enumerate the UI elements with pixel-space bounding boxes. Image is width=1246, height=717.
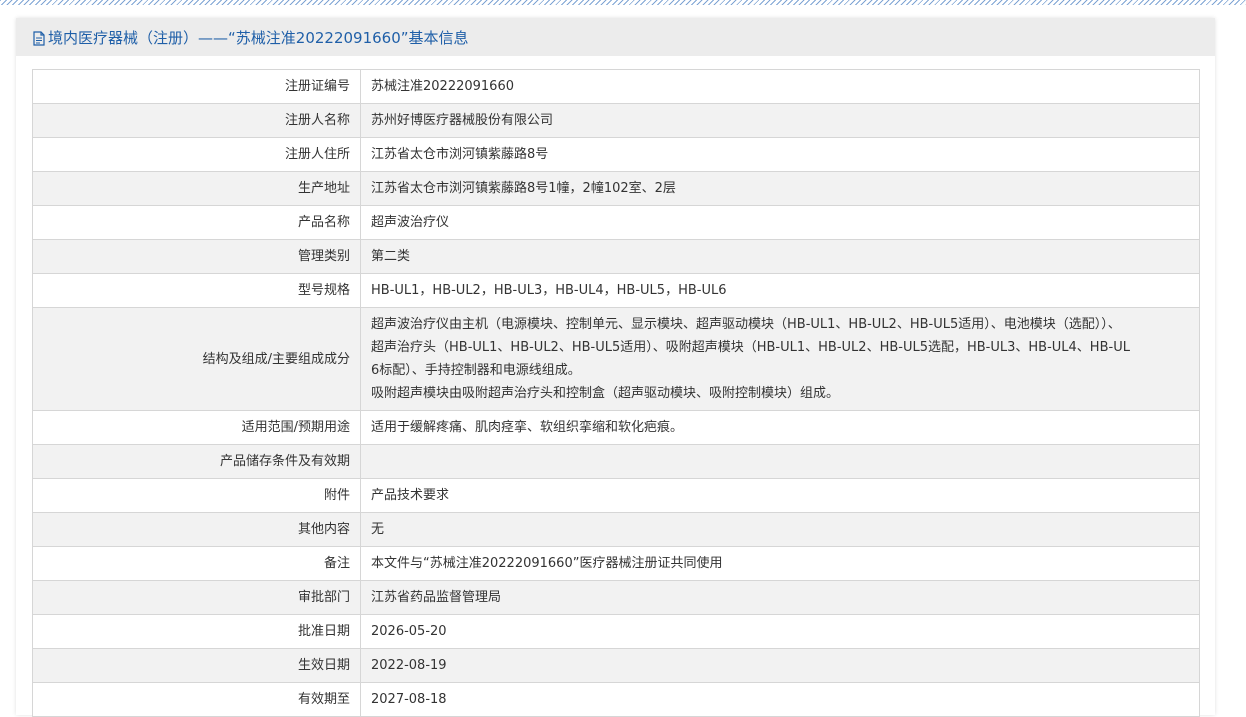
row-value: 无 [360,512,1200,547]
row-label: 注册证编号 [32,69,361,104]
info-table: 注册证编号 苏械注准20222091660 注册人名称 苏州好博医疗器械股份有限… [32,69,1200,717]
table-row: 注册人名称 苏州好博医疗器械股份有限公司 [32,103,1200,138]
row-label: 附件 [32,478,361,513]
table-row: 产品名称 超声波治疗仪 [32,205,1200,240]
row-value: 江苏省太仓市浏河镇紫藤路8号 [360,137,1200,172]
table-row: 审批部门 江苏省药品监督管理局 [32,580,1200,615]
row-value: 苏州好博医疗器械股份有限公司 [360,103,1200,138]
info-table-wrapper: 注册证编号 苏械注准20222091660 注册人名称 苏州好博医疗器械股份有限… [32,69,1200,717]
document-icon [32,30,46,46]
row-value: 苏械注准20222091660 [360,69,1200,104]
table-row: 生产地址 江苏省太仓市浏河镇紫藤路8号1幢，2幢102室、2层 [32,171,1200,206]
table-row: 适用范围/预期用途 适用于缓解疼痛、肌肉痉挛、软组织挛缩和软化疤痕。 [32,410,1200,445]
row-label: 生效日期 [32,648,361,683]
value-line: 超声波治疗仪由主机（电源模块、控制单元、显示模块、超声驱动模块（HB-UL1、H… [371,317,1121,332]
table-row: 结构及组成/主要组成成分 超声波治疗仪由主机（电源模块、控制单元、显示模块、超声… [32,307,1200,411]
row-label: 其他内容 [32,512,361,547]
row-label: 型号规格 [32,273,361,308]
row-value: 本文件与“苏械注准20222091660”医疗器械注册证共同使用 [360,546,1200,581]
row-label: 结构及组成/主要组成成分 [32,307,361,411]
row-label: 适用范围/预期用途 [32,410,361,445]
row-value: 2027-08-18 [360,682,1200,717]
table-row: 产品储存条件及有效期 [32,444,1200,479]
row-label: 产品储存条件及有效期 [32,444,361,479]
top-decorative-stripe [0,0,1246,5]
table-row: 型号规格 HB-UL1，HB-UL2，HB-UL3，HB-UL4，HB-UL5，… [32,273,1200,308]
row-value: 江苏省药品监督管理局 [360,580,1200,615]
panel-header: 境内医疗器械（注册）——“苏械注准20222091660”基本信息 [16,18,1215,56]
value-line: 超声治疗头（HB-UL1、HB-UL2、HB-UL5适用）、吸附超声模块（HB-… [371,340,1130,355]
table-row: 备注 本文件与“苏械注准20222091660”医疗器械注册证共同使用 [32,546,1200,581]
row-value: 产品技术要求 [360,478,1200,513]
value-line: 吸附超声模块由吸附超声治疗头和控制盒（超声驱动模块、吸附控制模块）组成。 [371,386,840,401]
row-label: 产品名称 [32,205,361,240]
table-row: 其他内容 无 [32,512,1200,547]
row-label: 有效期至 [32,682,361,717]
table-row: 附件 产品技术要求 [32,478,1200,513]
info-panel: 境内医疗器械（注册）——“苏械注准20222091660”基本信息 注册证编号 … [16,18,1215,717]
page-title: 境内医疗器械（注册）——“苏械注准20222091660”基本信息 [48,28,469,47]
table-row: 注册证编号 苏械注准20222091660 [32,69,1200,104]
row-value: 适用于缓解疼痛、肌肉痉挛、软组织挛缩和软化疤痕。 [360,410,1200,445]
row-label: 管理类别 [32,239,361,274]
value-line: 6标配）、手持控制器和电源线组成。 [371,363,581,378]
row-label: 备注 [32,546,361,581]
row-label: 生产地址 [32,171,361,206]
table-row: 有效期至 2027-08-18 [32,682,1200,717]
row-value: 超声波治疗仪 [360,205,1200,240]
row-label: 审批部门 [32,580,361,615]
row-value: 第二类 [360,239,1200,274]
row-label: 注册人住所 [32,137,361,172]
table-row: 管理类别 第二类 [32,239,1200,274]
row-value [360,444,1200,479]
table-row: 注册人住所 江苏省太仓市浏河镇紫藤路8号 [32,137,1200,172]
row-value: 2026-05-20 [360,614,1200,649]
row-label: 批准日期 [32,614,361,649]
row-label: 注册人名称 [32,103,361,138]
row-value: HB-UL1，HB-UL2，HB-UL3，HB-UL4，HB-UL5，HB-UL… [360,273,1200,308]
row-value: 超声波治疗仪由主机（电源模块、控制单元、显示模块、超声驱动模块（HB-UL1、H… [360,307,1200,411]
table-row: 生效日期 2022-08-19 [32,648,1200,683]
table-row: 批准日期 2026-05-20 [32,614,1200,649]
row-value: 2022-08-19 [360,648,1200,683]
row-value: 江苏省太仓市浏河镇紫藤路8号1幢，2幢102室、2层 [360,171,1200,206]
